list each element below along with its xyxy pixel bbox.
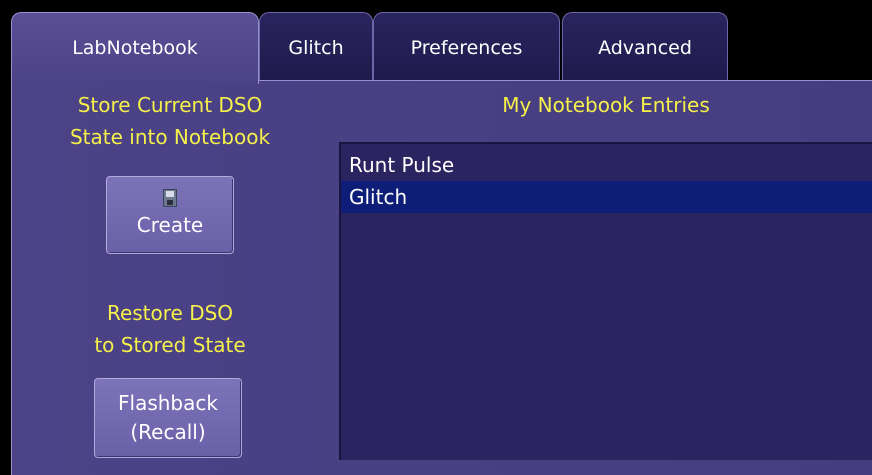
tab-label: LabNotebook: [72, 37, 198, 59]
tab-label: Preferences: [410, 37, 523, 59]
list-item-selected[interactable]: Glitch: [341, 181, 872, 213]
restore-heading: Restore DSO to Stored State: [30, 297, 310, 361]
create-button[interactable]: Create: [106, 176, 234, 254]
tab-advanced[interactable]: Advanced: [562, 12, 728, 82]
restore-heading-line2: to Stored State: [94, 333, 246, 357]
tab-labnotebook[interactable]: LabNotebook: [11, 12, 259, 84]
tab-label: Glitch: [288, 37, 344, 59]
flashback-recall-button[interactable]: Flashback (Recall): [94, 378, 242, 458]
lab-notebook-window: LabNotebook Glitch Preferences Advanced …: [0, 0, 872, 475]
flashback-label-line2: (Recall): [130, 420, 206, 444]
list-item[interactable]: Runt Pulse: [341, 149, 872, 181]
list-item-label: Glitch: [349, 185, 408, 209]
notebook-entries-heading: My Notebook Entries: [502, 93, 710, 117]
store-heading-line2: State into Notebook: [69, 125, 271, 149]
store-heading-line1: Store Current DSO: [77, 93, 263, 117]
create-button-label: Create: [136, 213, 204, 237]
notebook-entries-list[interactable]: Runt Pulse Glitch: [339, 142, 872, 460]
tab-glitch[interactable]: Glitch: [259, 12, 373, 82]
list-item-label: Runt Pulse: [349, 153, 455, 177]
flashback-label-line1: Flashback: [118, 391, 218, 415]
store-heading: Store Current DSO State into Notebook: [30, 89, 310, 153]
restore-heading-line1: Restore DSO: [106, 301, 234, 325]
floppy-disk-icon: [163, 189, 177, 207]
tab-preferences[interactable]: Preferences: [373, 12, 560, 82]
tab-label: Advanced: [598, 37, 692, 59]
